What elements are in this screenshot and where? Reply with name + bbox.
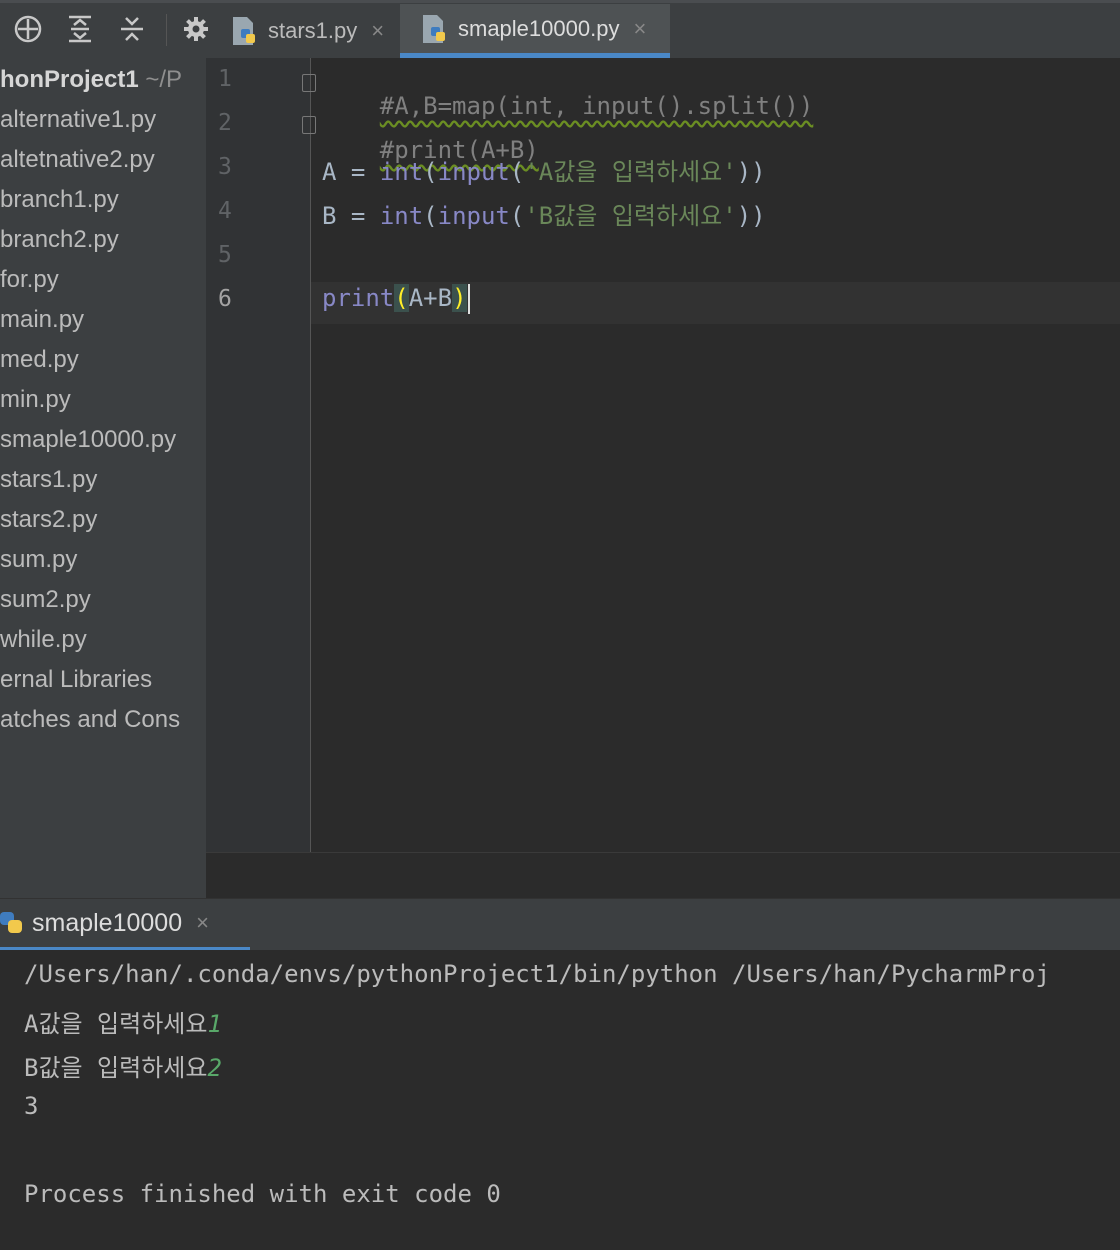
code-op: = <box>336 158 380 186</box>
tree-item-file[interactable]: alternative1.py <box>0 100 156 140</box>
matched-bracket: ) <box>452 284 467 312</box>
tree-item-scratches[interactable]: atches and Cons <box>0 700 180 740</box>
tree-item-file[interactable]: med.py <box>0 340 79 380</box>
editor-bottom-area <box>206 852 1120 899</box>
code-builtin: int <box>379 202 424 230</box>
console-command: /Users/han/.conda/envs/pythonProject1/bi… <box>24 960 1050 988</box>
code-string: 'B값을 입력하세요' <box>524 202 737 230</box>
tree-item-external-libraries[interactable]: ernal Libraries <box>0 660 152 700</box>
fold-open-icon[interactable] <box>302 74 316 92</box>
console-exit-status: Process finished with exit code 0 <box>24 1180 501 1208</box>
code-line-4: B = int(input('B값을 입력하세요')) <box>322 196 766 231</box>
code-paren: ( <box>423 158 438 186</box>
matched-bracket: ( <box>394 284 409 312</box>
tree-item-file[interactable]: branch1.py <box>0 180 119 220</box>
python-file-icon <box>420 13 450 45</box>
text-caret <box>467 284 470 314</box>
code-var: A <box>322 158 337 186</box>
project-root-name: honProject1 <box>0 66 139 93</box>
tree-item-file[interactable]: branch2.py <box>0 220 119 260</box>
line-number: 3 <box>218 154 232 180</box>
tree-item-file[interactable]: altetnative2.py <box>0 140 155 180</box>
code-builtin: input <box>437 202 510 230</box>
fold-close-icon[interactable] <box>302 116 316 134</box>
line-gutter: 1 2 3 4 5 6 <box>206 58 316 852</box>
code-paren: )) <box>736 158 766 186</box>
console-line: A값을 입력하세요1 <box>24 1004 222 1039</box>
console-prompt: B값을 입력하세요 <box>24 1054 208 1082</box>
python-icon <box>0 908 26 938</box>
expand-all-icon[interactable] <box>64 13 96 45</box>
tab-label: smaple10000.py <box>458 15 620 41</box>
project-tree: honProject1 ~/P alternative1.py altetnat… <box>0 58 206 898</box>
locate-icon[interactable] <box>12 13 44 45</box>
code-paren: ( <box>423 202 438 230</box>
gear-icon[interactable] <box>180 13 212 45</box>
tree-item-file[interactable]: smaple10000.py <box>0 420 176 460</box>
code-builtin: print <box>322 284 395 312</box>
tree-item-file[interactable]: for.py <box>0 260 59 300</box>
tab-label: stars1.py <box>268 18 358 43</box>
run-toolbar: smaple10000 × <box>0 898 1120 951</box>
tree-item-file[interactable]: sum2.py <box>0 580 91 620</box>
line-number: 5 <box>218 242 232 268</box>
code-paren: ( <box>509 158 525 186</box>
code-string: 'A값을 입력하세요' <box>524 158 737 186</box>
close-icon[interactable]: × <box>196 910 209 936</box>
tree-item-file[interactable]: main.py <box>0 300 84 340</box>
code-args: A+B <box>408 284 453 312</box>
code-builtin: int <box>379 158 424 186</box>
top-toolbar: stars1.py × smaple10000.py × <box>0 0 1120 59</box>
collapse-all-icon[interactable] <box>116 13 148 45</box>
tree-item-file[interactable]: min.py <box>0 380 71 420</box>
line-number: 1 <box>218 66 232 92</box>
tree-item-file[interactable]: while.py <box>0 620 87 660</box>
code-paren: )) <box>736 202 766 230</box>
console-output: 3 <box>24 1092 39 1120</box>
close-icon[interactable]: × <box>633 16 646 42</box>
tree-item-file[interactable]: stars1.py <box>0 460 97 500</box>
python-file-icon <box>230 15 260 47</box>
code-paren: ( <box>509 202 525 230</box>
project-root-path: ~/P <box>145 66 183 93</box>
console-user-input: 1 <box>207 1010 222 1038</box>
tree-item-file[interactable]: sum.py <box>0 540 77 580</box>
code-builtin: input <box>437 158 510 186</box>
code-var: B <box>322 202 337 230</box>
tree-item-file[interactable]: stars2.py <box>0 500 97 540</box>
code-op: = <box>336 202 380 230</box>
tab-stars1[interactable]: stars1.py × <box>222 4 406 58</box>
top-border <box>0 0 1120 3</box>
run-console[interactable]: /Users/han/.conda/envs/pythonProject1/bi… <box>0 950 1120 1250</box>
run-tab-label: smaple10000 <box>32 908 183 937</box>
toolbar-separator <box>166 14 167 46</box>
tab-smaple10000[interactable]: smaple10000.py × <box>400 4 670 58</box>
line-number: 4 <box>218 198 232 224</box>
project-root[interactable]: honProject1 ~/P <box>0 60 182 100</box>
console-user-input: 2 <box>207 1054 222 1082</box>
console-prompt: A값을 입력하세요 <box>24 1010 208 1038</box>
close-icon[interactable]: × <box>371 18 384 44</box>
line-number: 6 <box>218 286 232 312</box>
code-line-6: print(A+B) <box>322 284 470 314</box>
code-editor[interactable]: 1 2 3 4 5 6 #A,B=map(int, input().split(… <box>206 58 1120 852</box>
console-line: B값을 입력하세요2 <box>24 1048 222 1083</box>
code-line-3: A = int(input('A값을 입력하세요')) <box>322 152 766 187</box>
run-tab[interactable]: smaple10000 × <box>0 899 250 951</box>
line-number: 2 <box>218 110 232 136</box>
